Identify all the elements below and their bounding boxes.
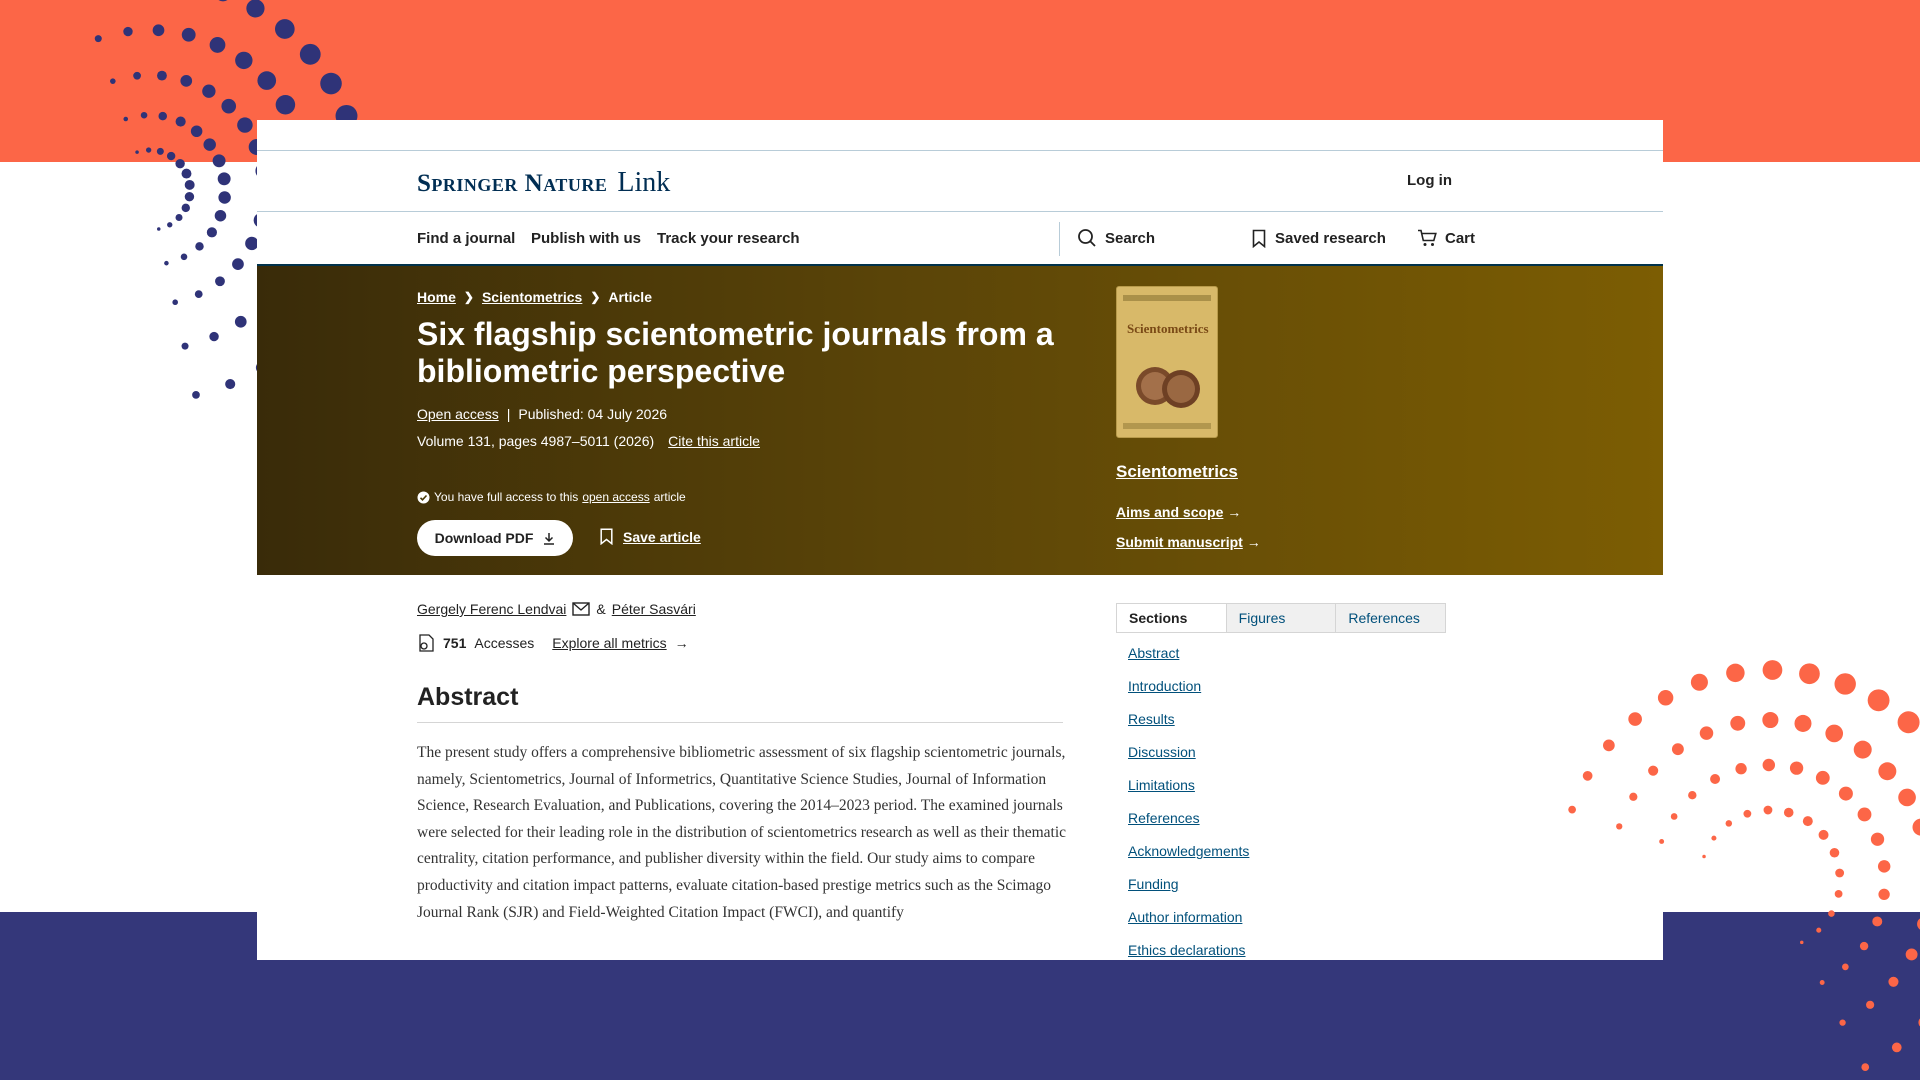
decorative-dot [1799, 663, 1820, 685]
decorative-dot [1628, 712, 1642, 726]
decorative-dot [1671, 743, 1684, 756]
decorative-dot [1912, 818, 1920, 836]
decorative-dot [1905, 948, 1918, 961]
decorative-dot [1878, 762, 1897, 781]
decorative-dot [1859, 941, 1869, 951]
decorative-dot [1699, 726, 1714, 740]
decorative-dot [1872, 916, 1883, 927]
decorative-dot [1870, 832, 1885, 846]
decorative-dot [1819, 980, 1825, 985]
decorative-dot [1568, 805, 1576, 814]
decorative-dot [1670, 813, 1678, 820]
decorative-dot [1648, 765, 1659, 776]
decorative-dot [1829, 847, 1840, 858]
decorative-dot [1702, 854, 1706, 859]
decorative-dot [1710, 773, 1721, 784]
decorative-dot [1838, 786, 1853, 801]
decorative-dot [1818, 829, 1829, 840]
decorative-dot [1815, 770, 1830, 785]
decorative-dot [1616, 823, 1623, 830]
decorative-dot [1898, 788, 1916, 807]
decorative-dot [1828, 910, 1835, 917]
decorative-dot [1853, 740, 1872, 759]
decorative-dots-right [1568, 660, 1920, 1072]
decorative-dot [1726, 663, 1745, 683]
decorative-dot [1725, 820, 1733, 827]
decorative-dot [1834, 890, 1843, 898]
decorative-dot [1783, 807, 1794, 818]
decorative-dot [1763, 805, 1773, 815]
decorative-dot [1802, 816, 1813, 827]
decorative-dot [1789, 761, 1804, 775]
decorative-dot [1878, 888, 1890, 901]
decorative-dot [1888, 976, 1899, 987]
decorative-dot [1842, 963, 1849, 971]
decorative-dot [1629, 792, 1638, 801]
decorative-dot [1711, 835, 1717, 841]
decorative-dot [1794, 714, 1812, 732]
decorative-dot [1839, 1019, 1846, 1026]
decorative-dot [1762, 711, 1779, 729]
decorative-dot [1762, 758, 1776, 772]
decorative-dot [1867, 689, 1890, 712]
decorative-dot [1897, 711, 1920, 734]
decorative-dot [1800, 940, 1804, 945]
decorative-dot [1602, 739, 1615, 752]
decorative-dot [1657, 690, 1674, 706]
decorative-dot [1825, 724, 1844, 743]
decorative-dot [1866, 1000, 1875, 1009]
decorative-dot [1730, 715, 1746, 731]
decorative-dot [1762, 660, 1783, 680]
decorative-dot [1835, 868, 1845, 878]
decorative-dot [1834, 673, 1856, 695]
decorative-dot [1891, 1042, 1902, 1053]
decorative-dot [1690, 673, 1708, 691]
decorative-dot [1857, 807, 1872, 822]
decorative-dot [1659, 839, 1665, 844]
decorative-dot [1877, 860, 1891, 873]
decorative-dot [1582, 770, 1593, 781]
decorative-dot [1735, 763, 1747, 775]
decorative-dot [1861, 1063, 1870, 1072]
decorative-dot [1816, 927, 1822, 933]
decorative-dot [1743, 809, 1752, 818]
decorative-dot [1688, 791, 1697, 800]
